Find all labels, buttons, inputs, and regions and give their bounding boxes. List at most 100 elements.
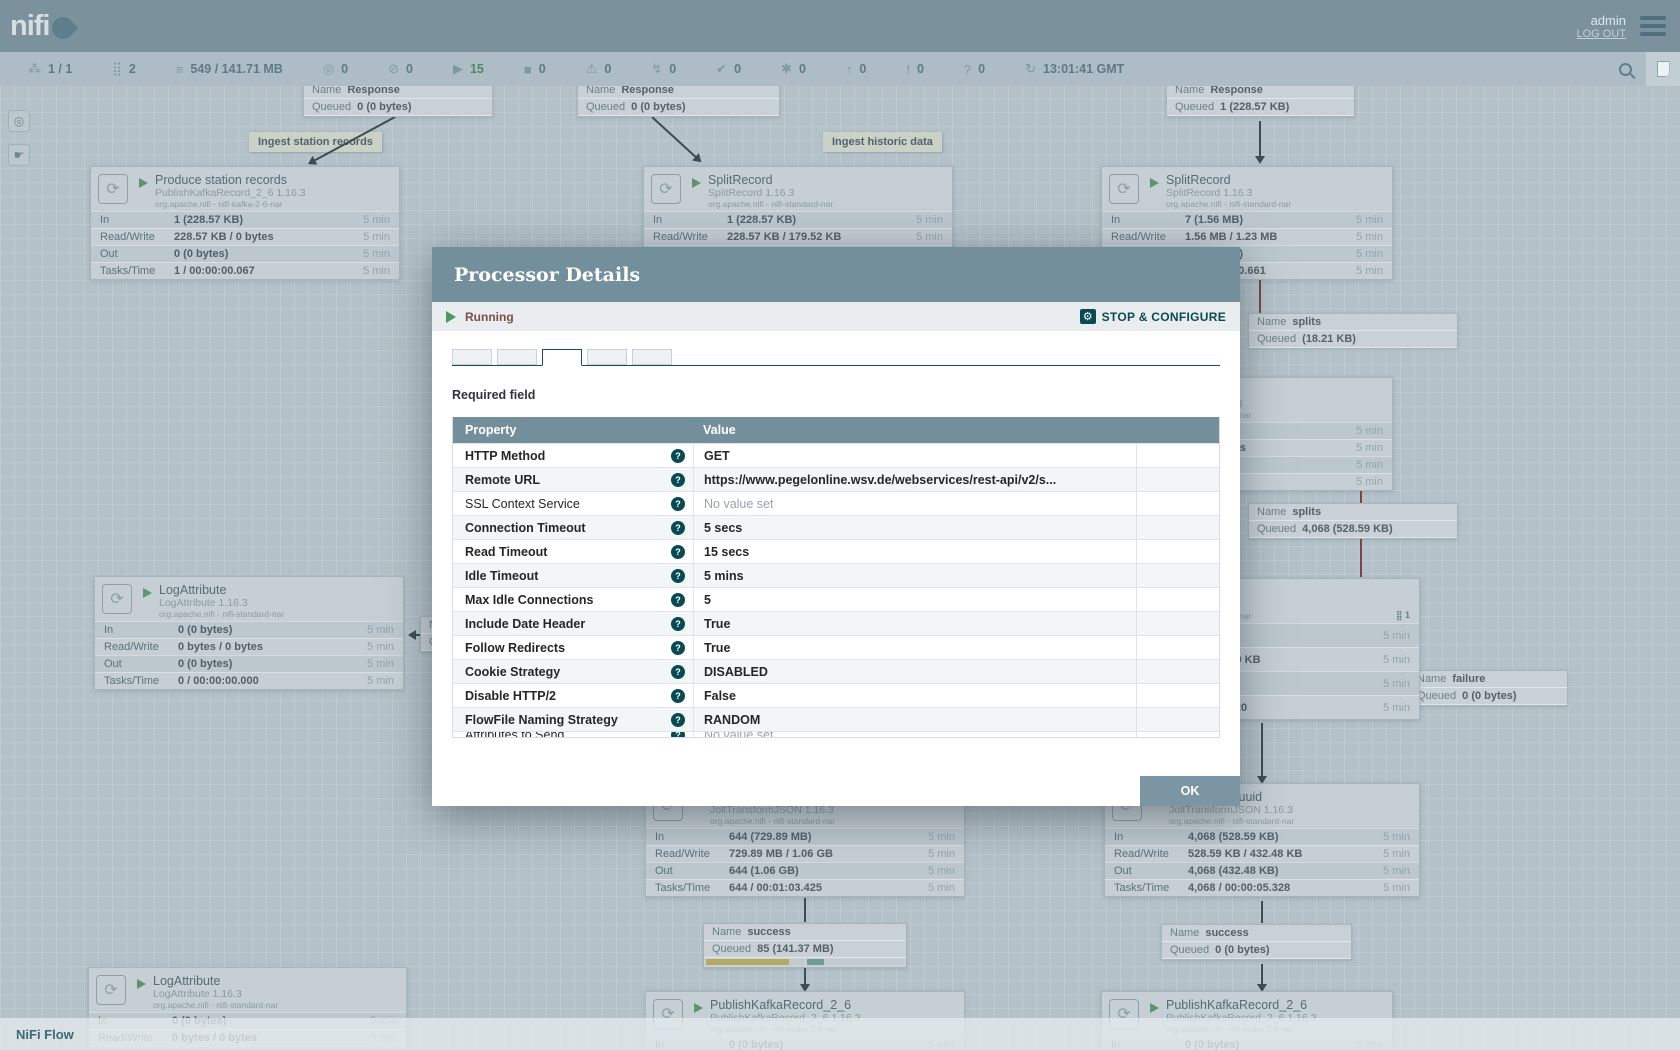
running-status-icon: [139, 178, 148, 188]
help-icon[interactable]: ?: [671, 713, 685, 727]
processor-type: SplitRecord 1.16.3: [1166, 187, 1384, 199]
canvas-label-text: Ingest historic data: [832, 136, 933, 148]
help-icon[interactable]: ?: [671, 569, 685, 583]
processor-title: SplitRecord: [1166, 173, 1384, 187]
processor-stat-row: Out 644 (1.06 GB) 5 min: [646, 862, 964, 879]
connection-label[interactable]: Name Response Queued 0 (0 bytes): [303, 81, 493, 117]
processor-stats: In 1 (228.57 KB) 5 min Read/Write 228.57…: [91, 211, 399, 279]
processor-type-icon: ⟳: [651, 174, 681, 204]
birdseye-toggle-icon[interactable]: ◎: [8, 110, 30, 132]
processor-stat-row: Read/Write 729.89 MB / 1.06 GB 5 min: [646, 845, 964, 862]
breadcrumb-bar: NiFi Flow: [0, 1018, 1680, 1050]
processor-header: ⟳ SplitRecord SplitRecord 1.16.3 org.apa…: [1102, 167, 1392, 211]
nifi-application: ◎ ☛ Ingest station records Ingest histor…: [0, 0, 1680, 1050]
tab-relationships[interactable]: [587, 349, 627, 365]
canvas-label[interactable]: Ingest historic data: [823, 132, 942, 152]
connection-name-row: Name splits: [1249, 504, 1457, 521]
pan-toggle-icon[interactable]: ☛: [8, 144, 30, 166]
processor-bundle: org.apache.nifi - nifi-kafka-2-6-nar: [155, 199, 391, 210]
help-icon[interactable]: ?: [671, 689, 685, 703]
processor-bundle: org.apache.nifi - nifi-standard-nar: [710, 816, 956, 827]
processor-details-dialog: Processor Details Running ⚙ STOP & CONFI…: [432, 247, 1240, 806]
global-menu-icon[interactable]: [1640, 16, 1666, 36]
connection-label[interactable]: Name splits Queued (18.21 KB): [1248, 313, 1458, 349]
help-icon[interactable]: ?: [671, 521, 685, 535]
help-icon[interactable]: ?: [671, 641, 685, 655]
page-icon: [1657, 61, 1670, 77]
processor-stat-row: In 644 (729.89 MB) 5 min: [646, 828, 964, 845]
property-row: Max Idle Connections ? 5: [453, 587, 1219, 611]
breadcrumb[interactable]: NiFi Flow: [16, 1027, 74, 1042]
connection-queued-row: Queued 85 (141.37 MB): [704, 941, 906, 958]
property-value: No value set: [704, 497, 773, 511]
processor-stat-row: Read/Write 528.59 KB / 432.48 KB 5 min: [1105, 845, 1419, 862]
property-value: 15 secs: [704, 545, 749, 559]
property-value: 5 secs: [704, 521, 742, 535]
property-row: Attributes to Send ? No value set: [453, 731, 1219, 737]
property-row: Idle Timeout ? 5 mins: [453, 563, 1219, 587]
help-icon[interactable]: ?: [671, 665, 685, 679]
run-state-label: Running: [465, 310, 514, 324]
property-name: Include Date Header: [465, 617, 671, 631]
property-name: Remote URL: [465, 473, 671, 487]
processor[interactable]: ⟳ LogAttribute LogAttribute 1.16.3 org.a…: [94, 576, 404, 690]
tab-scheduling[interactable]: [497, 349, 537, 365]
processor-type-icon: ⟳: [1109, 174, 1139, 204]
property-name: FlowFile Naming Strategy: [465, 713, 671, 727]
flow-summary-button[interactable]: [1646, 52, 1680, 86]
property-value: True: [704, 617, 730, 631]
property-name: Disable HTTP/2: [465, 689, 671, 703]
status-clustered-nodes: ⁂ 1 / 1: [28, 61, 72, 77]
processor-stat-row: In 7 (1.56 MB) 5 min: [1102, 211, 1392, 228]
processor-title: LogAttribute: [159, 583, 395, 597]
connection-label[interactable]: Name success Queued 85 (141.37 MB): [703, 923, 907, 968]
processor-stat-row: Tasks/Time 4,068 / 00:00:05.328 5 min: [1105, 879, 1419, 896]
logout-link[interactable]: LOG OUT: [1576, 28, 1626, 40]
search-icon[interactable]: [1619, 63, 1632, 76]
property-row: Cookie Strategy ? DISABLED: [453, 659, 1219, 683]
connection-queued-row: Queued (18.21 KB): [1249, 331, 1457, 348]
property-name: Idle Timeout: [465, 569, 671, 583]
connection-name-row: Name failure: [1409, 671, 1567, 688]
connection-name-row: Name success: [1162, 925, 1351, 942]
property-column-header: Property: [453, 423, 693, 437]
processor-stats: In 644 (729.89 MB) 5 min Read/Write 729.…: [646, 828, 964, 896]
connection-label[interactable]: Name Response Queued 1 (228.57 KB): [1166, 81, 1355, 117]
stop-and-configure-button[interactable]: ⚙ STOP & CONFIGURE: [1080, 309, 1226, 324]
processor-stat-row: Read/Write 1.56 MB / 1.23 MB 5 min: [1102, 228, 1392, 245]
processor-stat-row: Tasks/Time 644 / 00:01:03.425 5 min: [646, 879, 964, 896]
connection-label[interactable]: Name failure Queued 0 (0 bytes): [1408, 670, 1568, 706]
processor-bundle: org.apache.nifi - nifi-standard-nar: [153, 1000, 398, 1011]
property-value: RANDOM: [704, 713, 760, 727]
tab-comments[interactable]: [632, 349, 672, 365]
help-icon[interactable]: ?: [671, 449, 685, 463]
tab-properties[interactable]: [542, 349, 582, 366]
processor-stat-row: Out 0 (0 bytes) 5 min: [95, 655, 403, 672]
processor-type: LogAttribute 1.16.3: [159, 597, 395, 609]
processor-header: ⟳ Produce station records PublishKafkaRe…: [91, 167, 399, 211]
help-icon[interactable]: ?: [671, 497, 685, 511]
connection-line: [1261, 964, 1263, 990]
help-icon[interactable]: ?: [671, 593, 685, 607]
running-status-icon: [1150, 1003, 1159, 1013]
processor-stat-row: Read/Write 228.57 KB / 0 bytes 5 min: [91, 228, 399, 245]
help-icon[interactable]: ?: [671, 545, 685, 559]
processor-title: Produce station records: [155, 173, 391, 187]
processor[interactable]: ⟳ Produce station records PublishKafkaRe…: [90, 166, 400, 280]
help-icon[interactable]: ?: [671, 473, 685, 487]
refresh-icon[interactable]: ↻: [1025, 61, 1036, 77]
connection-label[interactable]: Name success Queued 0 (0 bytes): [1161, 924, 1352, 960]
help-icon[interactable]: ?: [671, 617, 685, 631]
gear-icon: ⚙: [1080, 309, 1096, 324]
tab-settings[interactable]: [452, 349, 492, 365]
processor-type: SplitRecord 1.16.3: [708, 187, 944, 199]
help-icon[interactable]: ?: [671, 731, 685, 737]
ok-button[interactable]: OK: [1140, 776, 1240, 806]
connection-label[interactable]: Name Response Queued 0 (0 bytes): [577, 81, 780, 117]
connection-name-row: Name splits: [1249, 314, 1457, 331]
connection-label[interactable]: Name splits Queued 4,068 (528.59 KB): [1248, 503, 1458, 539]
status-locally-modified: ✱ 0: [781, 61, 806, 77]
status-active-threads: ⣿ 2: [112, 61, 135, 77]
processor-stat-row: Out 4,068 (432.48 KB) 5 min: [1105, 862, 1419, 879]
connection-queued-row: Queued 0 (0 bytes): [1162, 942, 1351, 959]
